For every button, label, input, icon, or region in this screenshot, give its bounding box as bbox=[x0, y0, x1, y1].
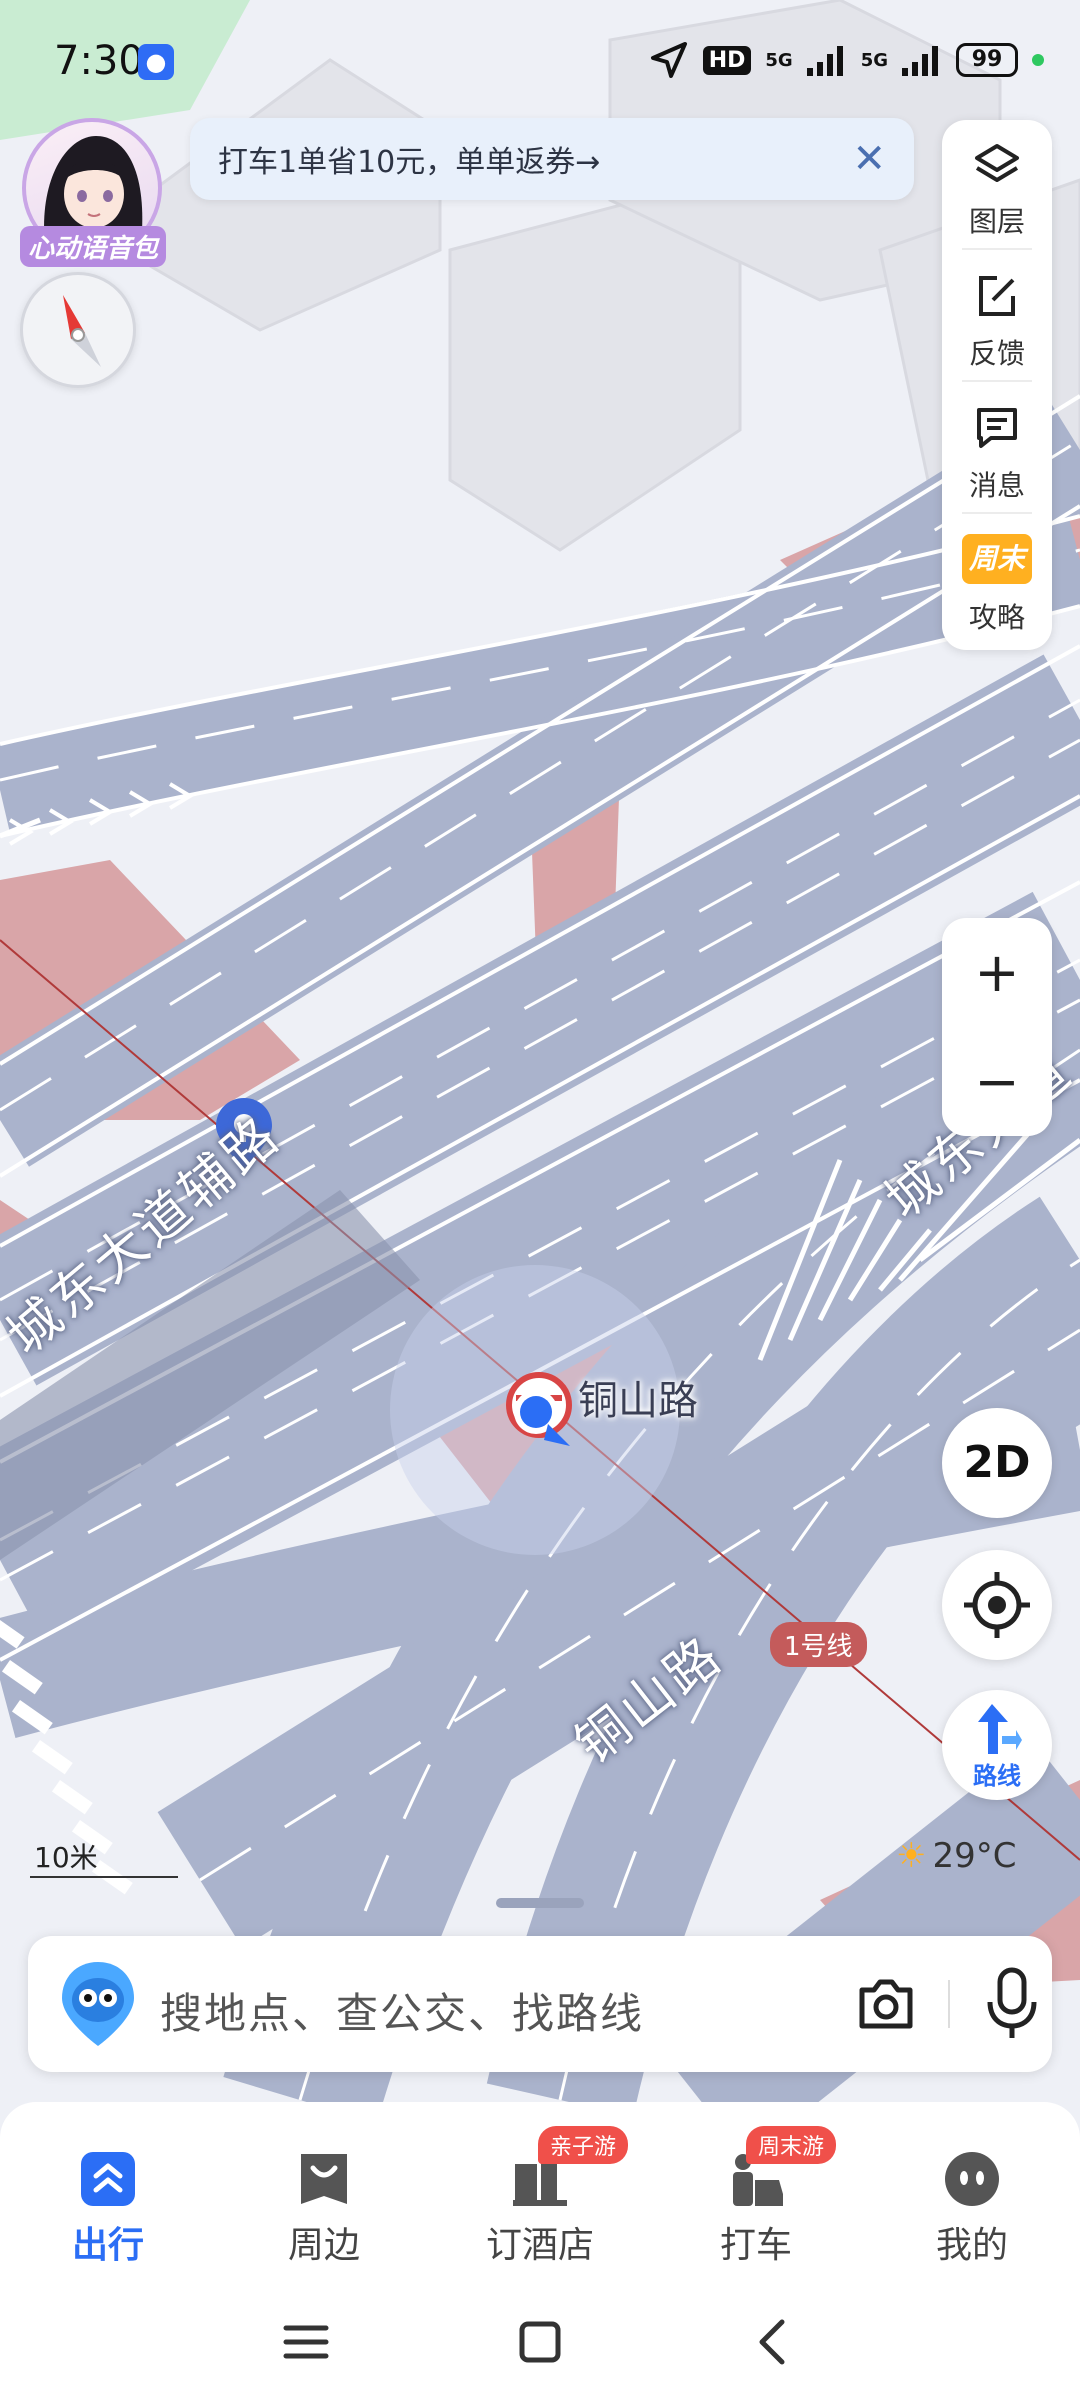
drag-handle[interactable] bbox=[496, 1898, 584, 1908]
privacy-dot bbox=[1032, 54, 1044, 66]
network-label: 5G bbox=[765, 49, 793, 71]
nav-label: 订酒店 bbox=[485, 2225, 594, 2266]
layers-icon bbox=[975, 144, 1019, 182]
paw-icon: ● bbox=[138, 44, 174, 80]
battery-indicator: 99 bbox=[956, 43, 1018, 77]
map-tools-panel: 图层 反馈 消息 周末 攻略 bbox=[942, 120, 1052, 650]
route-label: 路线 bbox=[973, 1762, 1021, 1790]
system-nav-bar bbox=[0, 2280, 1080, 2400]
signal-icon bbox=[806, 46, 843, 76]
edit-icon bbox=[979, 276, 1015, 316]
layers-button[interactable]: 图层 bbox=[942, 120, 1052, 250]
feedback-label: 反馈 bbox=[968, 337, 1025, 370]
poi-label[interactable]: 铜山路 bbox=[578, 1368, 698, 1426]
weather-indicator[interactable]: ☀ 29°C bbox=[896, 1836, 1017, 1876]
promo-text[interactable]: 打车1单省10元，单单返券→ bbox=[218, 137, 852, 181]
crosshair-icon bbox=[964, 1572, 1030, 1638]
nav-travel[interactable]: 出行 bbox=[38, 2126, 178, 2276]
messages-label: 消息 bbox=[968, 469, 1025, 502]
zoom-in-button[interactable]: + bbox=[942, 918, 1052, 1027]
route-arrow-icon bbox=[978, 1704, 1022, 1754]
feedback-button[interactable]: 反馈 bbox=[942, 252, 1052, 382]
back-icon[interactable] bbox=[744, 2312, 804, 2372]
locate-button[interactable] bbox=[942, 1550, 1052, 1660]
status-indicators: HD 5G 5G 99 bbox=[649, 40, 1044, 80]
weekend-guide-button[interactable]: 周末 攻略 bbox=[942, 516, 1052, 646]
nav-label: 我的 bbox=[935, 2225, 1008, 2266]
hd-badge: HD bbox=[702, 45, 752, 75]
nav-hotel[interactable]: 订酒店 亲子游 bbox=[470, 2126, 629, 2276]
home-icon[interactable] bbox=[510, 2312, 570, 2372]
voice-pack-label[interactable]: 心动语音包 bbox=[20, 226, 167, 267]
current-location-icon bbox=[514, 1390, 570, 1446]
weekend-badge: 周末 bbox=[962, 534, 1032, 584]
view-mode-button[interactable]: 2D bbox=[942, 1408, 1052, 1518]
metro-line-badge[interactable]: 1号线 bbox=[770, 1622, 867, 1667]
search-bar[interactable]: 搜地点、查公交、找路线 bbox=[28, 1936, 1052, 2072]
zoom-out-button[interactable]: − bbox=[942, 1027, 1052, 1136]
nav-badge: 周末游 bbox=[746, 2126, 837, 2164]
menu-icon[interactable] bbox=[276, 2312, 336, 2372]
profile-icon bbox=[945, 2152, 999, 2206]
divider bbox=[948, 1980, 950, 2028]
sun-icon: ☀ bbox=[896, 1836, 927, 1876]
layers-label: 图层 bbox=[968, 205, 1025, 238]
nav-taxi[interactable]: 打车 周末游 bbox=[686, 2126, 837, 2276]
status-bar: 7:30 ● HD 5G 5G 99 bbox=[0, 0, 1080, 120]
divider bbox=[962, 380, 1032, 382]
location-arrow-icon bbox=[650, 42, 687, 78]
promo-banner[interactable]: 打车1单省10元，单单返券→ ✕ bbox=[190, 118, 914, 200]
message-icon bbox=[977, 408, 1017, 448]
travel-icon bbox=[81, 2152, 135, 2206]
scale-label: 10米 bbox=[34, 1841, 98, 1874]
scale-bar bbox=[30, 1876, 178, 1878]
divider bbox=[962, 248, 1032, 250]
nav-label: 周边 bbox=[287, 2225, 360, 2266]
close-icon[interactable]: ✕ bbox=[852, 139, 886, 179]
nav-label: 打车 bbox=[719, 2225, 792, 2266]
route-button[interactable]: 路线 bbox=[942, 1690, 1052, 1800]
guide-label: 攻略 bbox=[968, 601, 1025, 634]
nav-label: 出行 bbox=[71, 2225, 144, 2266]
zoom-controls: + − bbox=[942, 918, 1052, 1136]
nav-profile[interactable]: 我的 bbox=[902, 2126, 1042, 2276]
microphone-icon[interactable] bbox=[984, 1966, 1040, 2042]
temperature: 29°C bbox=[932, 1836, 1017, 1876]
camera-icon[interactable] bbox=[854, 1972, 918, 2036]
status-time: 7:30 bbox=[54, 38, 144, 84]
nav-nearby[interactable]: 周边 bbox=[254, 2126, 394, 2276]
search-input[interactable]: 搜地点、查公交、找路线 bbox=[160, 1980, 644, 2041]
compass-button[interactable] bbox=[20, 272, 136, 388]
messages-button[interactable]: 消息 bbox=[942, 384, 1052, 514]
compass-icon bbox=[63, 295, 101, 367]
divider bbox=[962, 512, 1032, 514]
mascot-icon[interactable] bbox=[58, 1958, 138, 2048]
shopping-bag-icon bbox=[301, 2154, 347, 2204]
nav-badge: 亲子游 bbox=[538, 2126, 629, 2164]
signal-icon-2 bbox=[902, 46, 938, 76]
network-label-2: 5G bbox=[860, 49, 888, 71]
